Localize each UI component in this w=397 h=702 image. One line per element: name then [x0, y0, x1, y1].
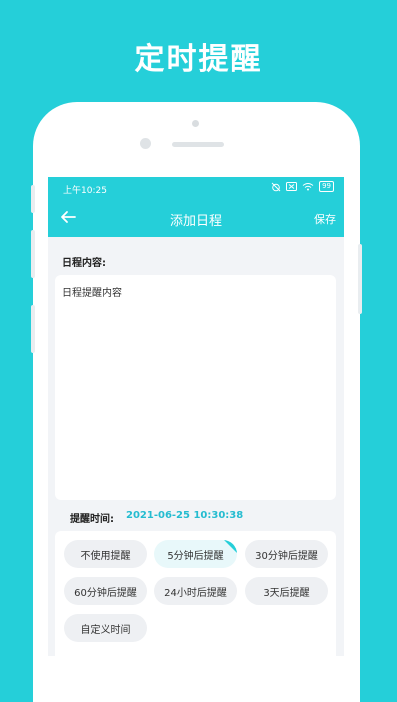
content-input-text: 日程提醒内容: [62, 288, 122, 299]
phone-top-dot: [192, 120, 199, 127]
remind-time-value[interactable]: 2021-06-25 10:30:38: [126, 510, 243, 521]
option-5-min[interactable]: 5分钟后提醒: [154, 540, 237, 568]
phone-side-button: [31, 230, 35, 278]
alarm-off-icon: [271, 182, 281, 191]
reminder-options-panel: 不使用提醒 5分钟后提醒 30分钟后提醒 60分钟后提醒 24小时后提醒 3天后…: [55, 531, 336, 656]
save-button[interactable]: 保存: [314, 211, 336, 227]
phone-side-button: [31, 305, 35, 353]
option-label: 5分钟后提醒: [167, 550, 224, 562]
app-screen: 上午10:25 99 添加日程 保存 日程内容: 日程提醒内容 提醒时间: 20…: [48, 177, 344, 656]
remind-time-label: 提醒时间:: [70, 514, 114, 525]
option-no-reminder[interactable]: 不使用提醒: [64, 540, 147, 568]
option-24-hours[interactable]: 24小时后提醒: [154, 577, 237, 605]
page-title: 添加日程: [169, 214, 222, 229]
option-3-days[interactable]: 3天后提醒: [245, 577, 328, 605]
promo-title: 定时提醒: [134, 42, 263, 77]
selected-corner-icon: [224, 540, 237, 553]
battery-icon: 99: [319, 181, 334, 192]
phone-side-button: [31, 185, 35, 213]
content-label: 日程内容:: [62, 258, 106, 269]
wifi-icon: [302, 183, 314, 191]
earpiece-speaker: [172, 142, 224, 147]
content-input[interactable]: 日程提醒内容: [55, 275, 336, 500]
option-30-min[interactable]: 30分钟后提醒: [245, 540, 328, 568]
front-camera: [140, 138, 151, 149]
phone-side-button: [358, 244, 362, 314]
app-bar: 上午10:25 99 添加日程 保存: [48, 177, 344, 237]
sim-off-icon: [286, 182, 298, 191]
option-60-min[interactable]: 60分钟后提醒: [64, 577, 147, 605]
status-time: 上午10:25: [63, 186, 107, 196]
option-custom-time[interactable]: 自定义时间: [64, 614, 147, 642]
status-icons: 99: [271, 181, 334, 192]
